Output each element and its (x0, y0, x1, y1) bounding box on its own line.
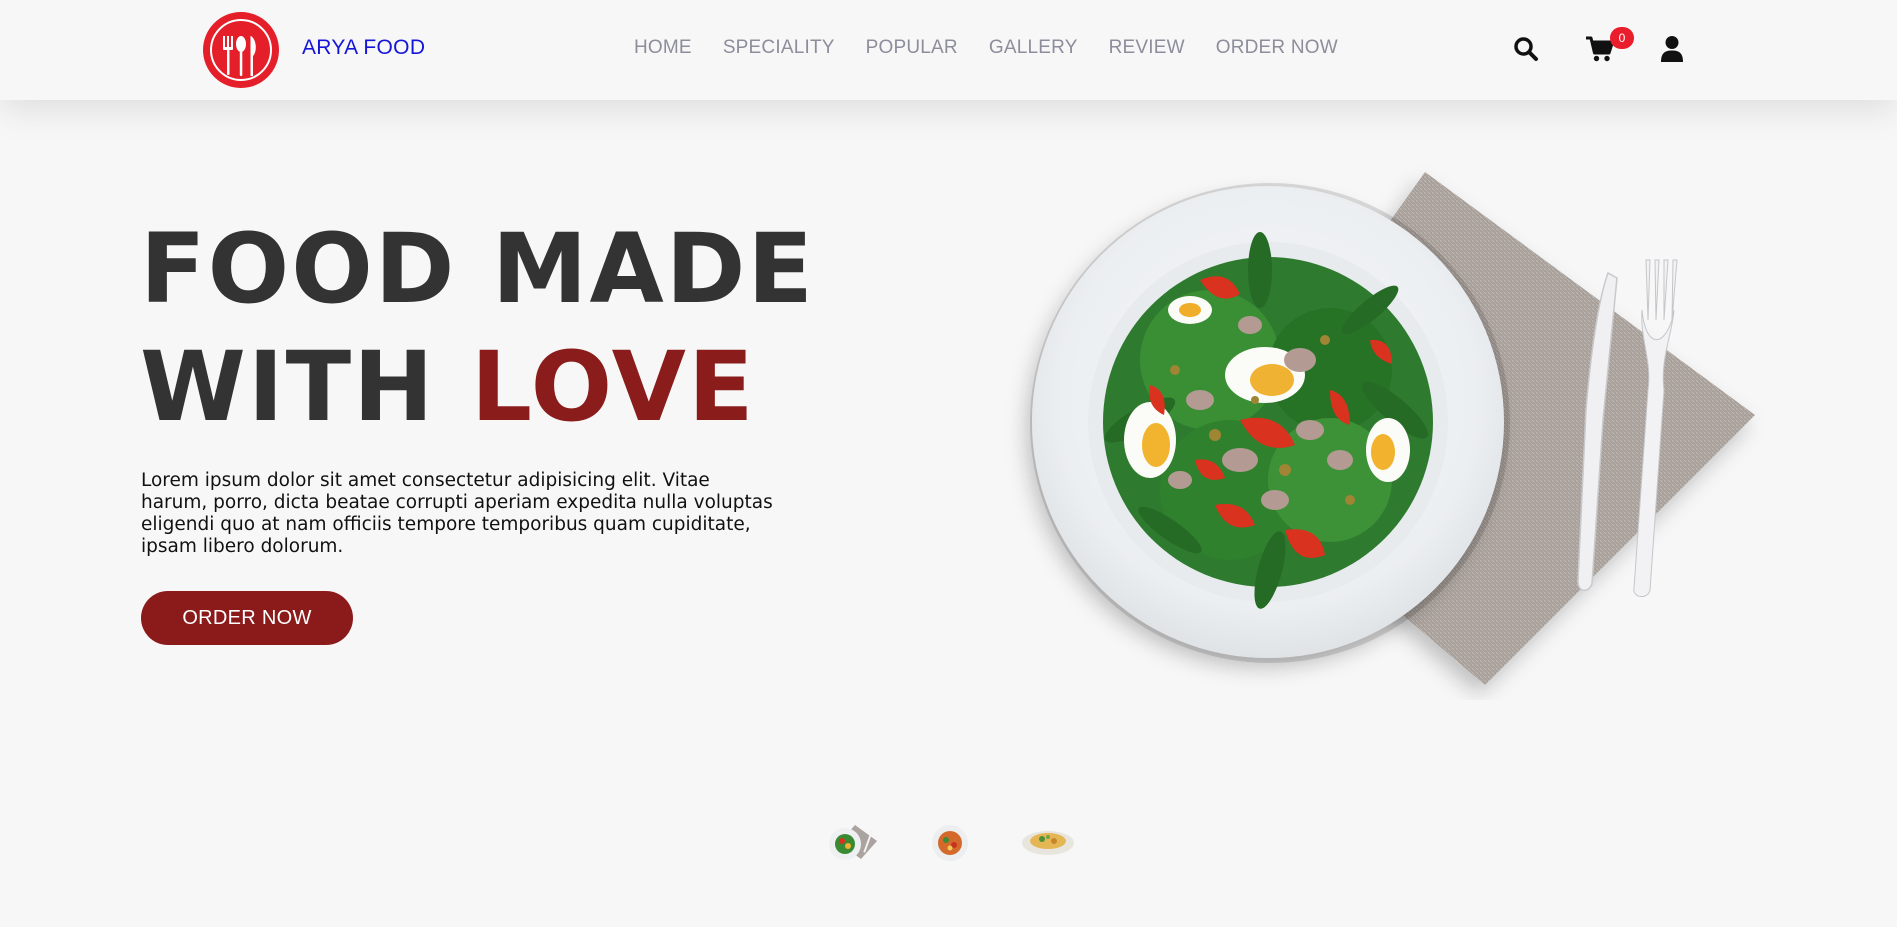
nav-home[interactable]: HOME (634, 37, 692, 59)
site-header: ARYA FOOD HOME SPECIALITY POPULAR GALLER… (0, 0, 1897, 100)
user-icon (1661, 36, 1683, 62)
nav-review[interactable]: REVIEW (1109, 37, 1185, 59)
thumbnail-salad-plate[interactable] (825, 823, 879, 861)
nav-gallery[interactable]: GALLERY (989, 37, 1078, 59)
logo[interactable] (203, 12, 279, 88)
hero-title-with: WITH (140, 331, 436, 443)
salad-plate-image (1030, 172, 1755, 685)
restaurant-utensils-icon (210, 19, 272, 81)
hero-title-line1: FOOD MADE (140, 213, 815, 325)
brand-name[interactable]: ARYA FOOD (302, 36, 425, 60)
nav-popular[interactable]: POPULAR (866, 37, 958, 59)
main-nav: HOME SPECIALITY POPULAR GALLERY REVIEW O… (634, 37, 1369, 59)
hero-description: Lorem ipsum dolor sit amet consectetur a… (141, 470, 773, 557)
thumbnail-pasta-plate[interactable] (1020, 825, 1076, 857)
hero-title-love: LOVE (470, 331, 756, 443)
thumbnail-noodle-bowl[interactable] (925, 824, 975, 862)
search-button[interactable] (1511, 34, 1541, 64)
hero-title: FOOD MADE WITH LOVE (140, 210, 815, 446)
slider-thumbnails (820, 815, 1080, 865)
order-now-button[interactable]: ORDER NOW (141, 591, 353, 645)
nav-speciality[interactable]: SPECIALITY (723, 37, 835, 59)
account-button[interactable] (1657, 34, 1687, 64)
cart-count-badge: 0 (1610, 27, 1634, 49)
nav-order-now[interactable]: ORDER NOW (1216, 37, 1338, 59)
search-icon (1514, 37, 1538, 61)
